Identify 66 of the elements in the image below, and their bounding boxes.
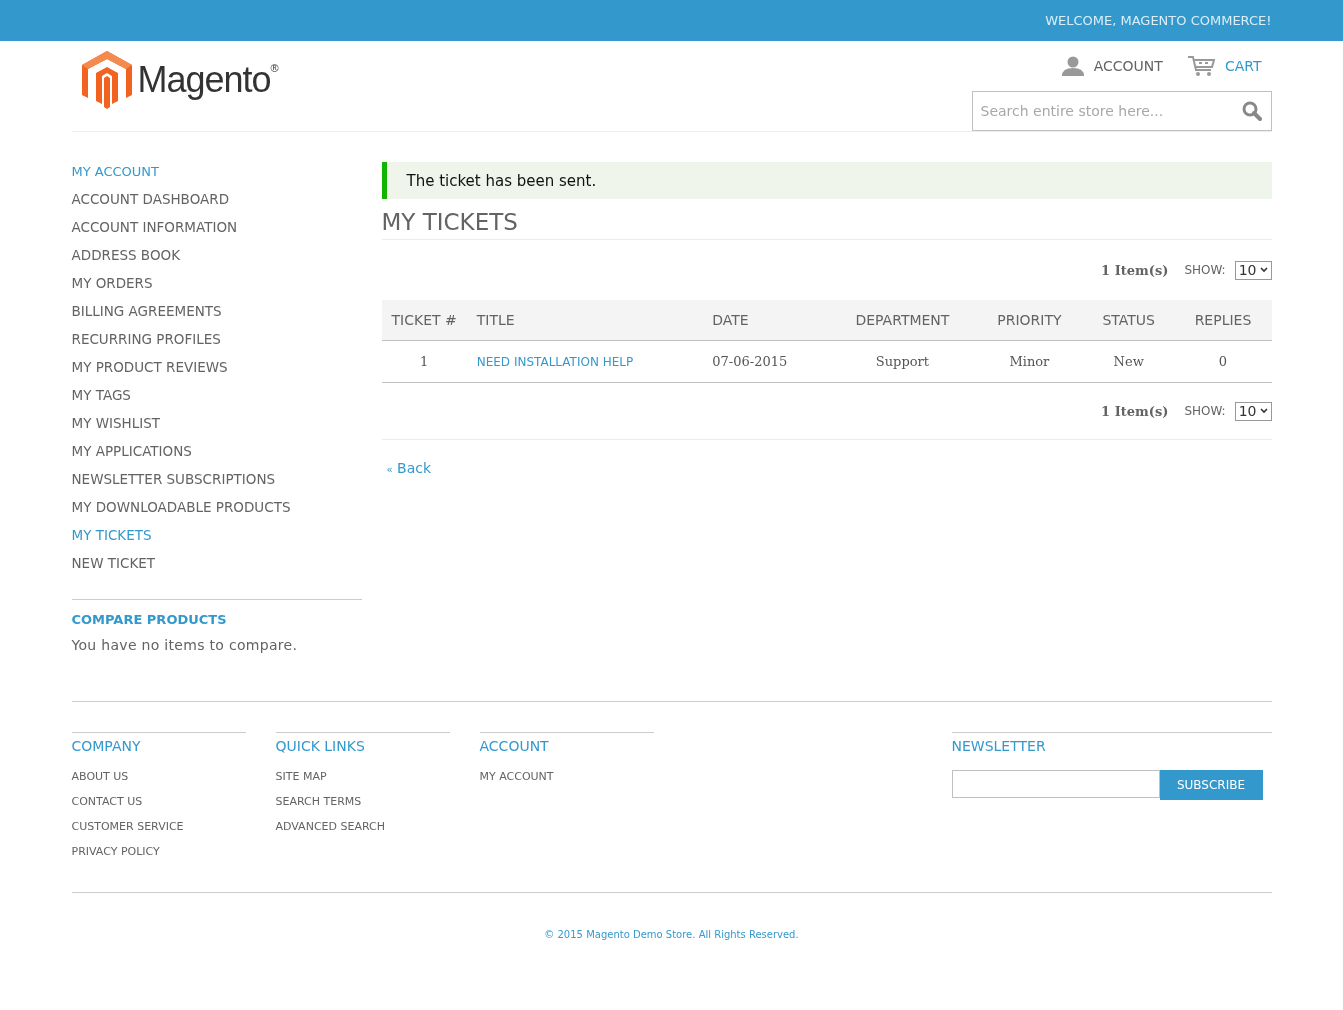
copyright-text: © 2015 Magento Demo Store. All Rights Reserved. — [544, 929, 799, 940]
success-message: The ticket has been sent. — [381, 162, 1272, 199]
person-icon — [1061, 55, 1084, 76]
compare-products-title: COMPARE PRODUCTS — [71, 612, 228, 627]
chevron-down-icon — [1259, 267, 1268, 273]
footer-heading: ACCOUNT — [479, 737, 550, 756]
item-count: 1 Item(s) — [1101, 403, 1169, 419]
account-link[interactable]: ACCOUNT — [1061, 53, 1163, 78]
sidebar-item[interactable]: MY TAGS — [71, 381, 362, 409]
footer-link[interactable]: CONTACT US — [71, 789, 246, 814]
sidebar-item[interactable]: MY ORDERS — [71, 269, 362, 297]
sidebar-item[interactable]: MY TICKETS — [71, 521, 362, 549]
column-header: TITLE — [466, 300, 703, 341]
column-header: DEPARTMENT — [829, 300, 976, 341]
compare-empty-text: You have no items to compare. — [71, 637, 299, 653]
footer-heading: NEWSLETTER — [951, 737, 1047, 756]
cart-link[interactable]: CART — [1186, 53, 1262, 78]
column-header: DATE — [702, 300, 830, 341]
sidebar-item[interactable]: NEW TICKET — [71, 549, 362, 577]
search-field[interactable]: Search entire store here... — [971, 91, 1272, 131]
sidebar-item[interactable]: MY PRODUCT REVIEWS — [71, 353, 362, 381]
table-cell: Minor — [975, 340, 1083, 383]
hexagon-logo-icon — [81, 51, 132, 109]
sidebar-item[interactable]: ADDRESS BOOK — [71, 241, 362, 269]
subscribe-button[interactable]: SUBSCRIBE — [1159, 770, 1263, 800]
back-link[interactable]: « Back — [386, 460, 432, 476]
page-size-select[interactable]: 10 — [1234, 401, 1272, 421]
item-count: 1 Item(s) — [1101, 262, 1169, 278]
column-header: PRIORITY — [975, 300, 1083, 341]
newsletter-email-field[interactable] — [951, 770, 1160, 798]
sidebar-item[interactable]: ACCOUNT INFORMATION — [71, 213, 362, 241]
table-cell: New — [1082, 340, 1175, 383]
show-label: SHOW: — [1184, 404, 1226, 418]
chevron-down-icon — [1259, 408, 1268, 414]
magento-logo[interactable]: Magento$^{®}$ — [71, 41, 278, 109]
sidebar-title: MY ACCOUNT — [71, 164, 161, 179]
show-label: SHOW: — [1184, 263, 1226, 277]
column-header: STATUS — [1082, 300, 1175, 341]
table-cell: 07-06-2015 — [702, 340, 830, 383]
page-title: MY TICKETS — [381, 209, 1272, 240]
page-size-select[interactable]: 10 — [1234, 260, 1272, 280]
welcome-message: WELCOME, MAGENTO COMMERCE! — [1045, 13, 1272, 28]
sidebar-item[interactable]: MY APPLICATIONS — [71, 437, 362, 465]
sidebar-item[interactable]: BILLING AGREEMENTS — [71, 297, 362, 325]
sidebar-item[interactable]: RECURRING PROFILES — [71, 325, 362, 353]
cart-icon — [1186, 54, 1215, 77]
footer-heading: QUICK LINKS — [275, 737, 366, 756]
table-cell: 0 — [1174, 340, 1272, 383]
footer-link[interactable]: SITE MAP — [275, 764, 450, 789]
table-cell: Support — [829, 340, 976, 383]
ticket-title-link[interactable]: NEED INSTALLATION HELP — [476, 355, 634, 369]
sidebar-item[interactable]: MY WISHLIST — [71, 409, 362, 437]
footer-heading: COMPANY — [71, 737, 142, 756]
footer-link[interactable]: SEARCH TERMS — [275, 789, 450, 814]
sidebar-item[interactable]: NEWSLETTER SUBSCRIPTIONS — [71, 465, 362, 493]
footer-link[interactable]: PRIVACY POLICY — [71, 839, 246, 864]
sidebar-item[interactable]: ACCOUNT DASHBOARD — [71, 185, 362, 213]
table-cell: 1 — [381, 340, 467, 383]
column-header: REPLIES — [1174, 300, 1272, 341]
footer-link[interactable]: ADVANCED SEARCH — [275, 814, 450, 839]
column-header: TICKET # — [381, 300, 467, 341]
sidebar-item[interactable]: MY DOWNLOADABLE PRODUCTS — [71, 493, 362, 521]
footer-link[interactable]: ABOUT US — [71, 764, 246, 789]
search-icon[interactable] — [1241, 101, 1262, 121]
footer-link[interactable]: MY ACCOUNT — [479, 764, 654, 789]
footer-link[interactable]: CUSTOMER SERVICE — [71, 814, 246, 839]
